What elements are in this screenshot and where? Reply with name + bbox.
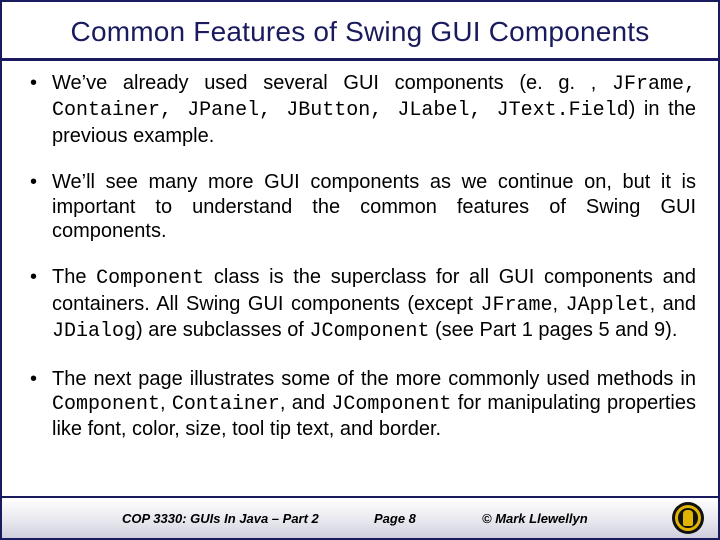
- text: ,: [160, 392, 172, 414]
- code: JDialog: [52, 320, 136, 343]
- footer-copyright: © Mark Llewellyn: [482, 511, 588, 526]
- text: , and: [650, 293, 696, 315]
- university-logo-icon: [672, 502, 704, 534]
- text: The next page illustrates some of the mo…: [52, 368, 696, 390]
- text: ) are subclasses of: [136, 319, 309, 341]
- text: ,: [553, 293, 566, 315]
- footer-page: Page 8: [374, 511, 416, 526]
- code: Component: [52, 393, 160, 416]
- slide-title: Common Features of Swing GUI Components: [2, 2, 718, 52]
- code: JComponent: [331, 393, 451, 416]
- code: JFrame: [480, 294, 552, 317]
- bullet-1: We’ve already used several GUI component…: [24, 71, 696, 148]
- code: JComponent: [309, 320, 429, 343]
- code: JApplet: [566, 294, 650, 317]
- bullet-3: The Component class is the superclass fo…: [24, 265, 696, 344]
- text: , and: [280, 392, 332, 414]
- footer: COP 3330: GUIs In Java – Part 2 Page 8 ©…: [2, 496, 718, 538]
- bullet-list: We’ve already used several GUI component…: [24, 71, 696, 442]
- bullet-2: We’ll see many more GUI components as we…: [24, 170, 696, 243]
- footer-course: COP 3330: GUIs In Java – Part 2: [122, 511, 319, 526]
- code: Component: [96, 267, 204, 290]
- text: We’ve already used several GUI component…: [52, 72, 612, 94]
- text: We’ll see many more GUI components as we…: [52, 171, 696, 242]
- slide-body: We’ve already used several GUI component…: [2, 61, 718, 496]
- slide: Common Features of Swing GUI Components …: [0, 0, 720, 540]
- text: The: [52, 266, 96, 288]
- code: Container: [172, 393, 280, 416]
- bullet-4: The next page illustrates some of the mo…: [24, 367, 696, 442]
- text: (see Part 1 pages 5 and 9).: [429, 319, 677, 341]
